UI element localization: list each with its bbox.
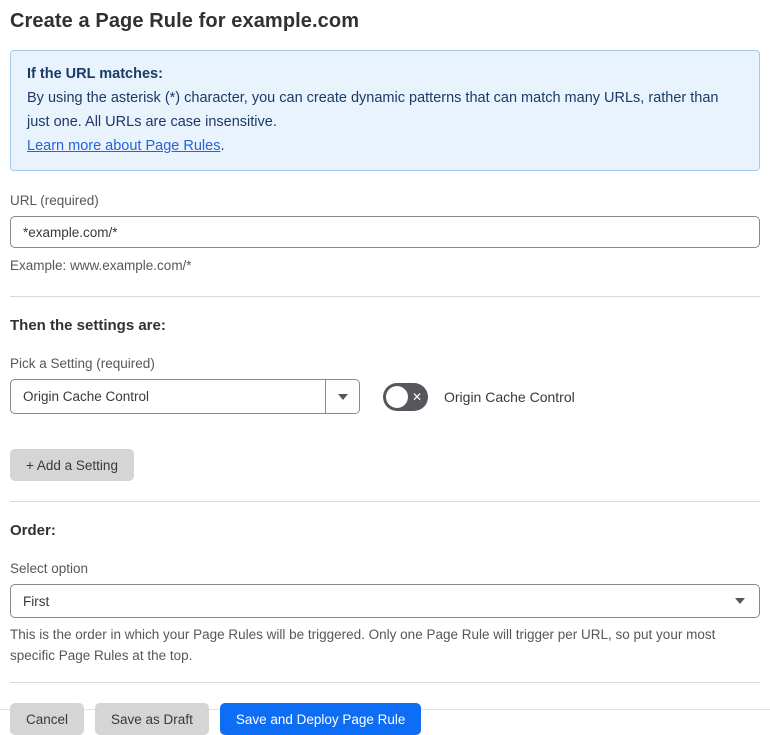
divider [10, 501, 760, 502]
url-input[interactable] [10, 216, 760, 248]
cancel-button[interactable]: Cancel [10, 703, 85, 735]
setting-dropdown[interactable]: Origin Cache Control [10, 379, 360, 414]
order-select[interactable]: First [10, 584, 760, 618]
order-section-heading: Order: [10, 522, 56, 539]
chevron-down-icon [735, 598, 745, 604]
order-helper-text: This is the order in which your Page Rul… [10, 627, 716, 663]
order-select-value: First [23, 593, 50, 609]
create-page-rule-form: Create a Page Rule for example.com If th… [0, 0, 770, 735]
learn-more-link[interactable]: Learn more about Page Rules [27, 138, 220, 154]
divider [10, 682, 760, 683]
info-box-link-line: Learn more about Page Rules. [27, 134, 743, 158]
info-box-body: By using the asterisk (*) character, you… [27, 90, 719, 130]
url-field-label: URL (required) [10, 193, 99, 208]
save-and-deploy-button[interactable]: Save and Deploy Page Rule [219, 703, 422, 735]
info-box-heading: If the URL matches: [27, 66, 163, 82]
chevron-down-icon [337, 393, 348, 400]
url-example-helper: Example: www.example.com/* [10, 258, 192, 273]
setting-row: Origin Cache Control ✕ Origin Cache Cont… [10, 379, 760, 414]
page-title: Create a Page Rule for example.com [10, 10, 360, 32]
add-setting-button[interactable]: + Add a Setting [10, 449, 134, 481]
divider [10, 296, 760, 297]
save-as-draft-button[interactable]: Save as Draft [95, 703, 209, 735]
url-match-info-box: If the URL matches: By using the asteris… [10, 50, 760, 171]
settings-section-heading: Then the settings are: [10, 317, 166, 334]
origin-cache-control-toggle[interactable]: ✕ [383, 382, 428, 411]
toggle-off-x-icon: ✕ [411, 389, 422, 404]
footer-actions: Cancel Save as Draft Save and Deploy Pag… [10, 703, 760, 735]
setting-dropdown-arrow-button[interactable] [325, 380, 359, 413]
pick-setting-label: Pick a Setting (required) [10, 356, 155, 371]
setting-dropdown-value: Origin Cache Control [23, 389, 150, 404]
link-suffix: . [220, 138, 225, 154]
order-select-label: Select option [10, 561, 89, 576]
toggle-label: Origin Cache Control [444, 388, 575, 405]
toggle-knob [386, 385, 408, 408]
